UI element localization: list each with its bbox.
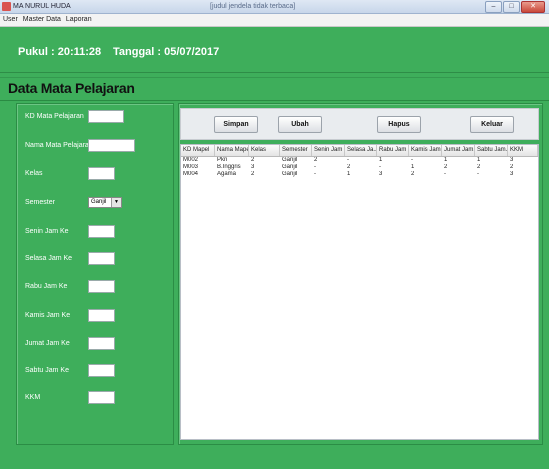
senin-jam-input[interactable] (88, 225, 115, 238)
cell-jumat: 2 (444, 164, 448, 170)
cell-semester: Ganjil (282, 164, 298, 170)
cell-jumat: 1 (444, 157, 448, 163)
column-header-selasa[interactable]: Selasa Ja... (345, 145, 377, 156)
table-row[interactable]: M002 Pkn 2 Ganjil 2 - 1 - 1 1 3 (181, 157, 538, 164)
cell-nama-mapel: B.Inggris (217, 164, 241, 170)
window-controls: – □ ✕ (484, 1, 545, 13)
label-senin-jam: Senin Jam Ke (25, 228, 69, 235)
cell-kd-mapel: M004 (183, 171, 199, 177)
cell-rabu: 1 (379, 157, 383, 163)
cell-sabtu: 1 (477, 157, 481, 163)
label-rabu-jam: Rabu Jam Ke (25, 283, 68, 290)
cell-kd-mapel: M002 (183, 157, 199, 163)
header-divider (0, 72, 549, 73)
column-header-jumat[interactable]: Jumat Jam... (442, 145, 475, 156)
cell-kd-mapel: M003 (183, 164, 199, 170)
kelas-input[interactable] (88, 167, 115, 180)
menu-master-data[interactable]: Master Data (20, 14, 63, 26)
exit-button[interactable]: Keluar (470, 116, 514, 133)
cell-kamis: 1 (411, 164, 415, 170)
column-header-kamis[interactable]: Kamis Jam... (409, 145, 442, 156)
edit-button[interactable]: Ubah (278, 116, 322, 133)
page-title: Data Mata Pelajaran (8, 80, 135, 96)
cell-kkm: 3 (510, 157, 514, 163)
window-center-title: [judul jendela tidak terbaca] (210, 3, 296, 10)
cell-selasa: - (347, 157, 349, 163)
cell-senin: 2 (314, 157, 318, 163)
cell-senin: - (314, 164, 316, 170)
close-button[interactable]: ✕ (521, 1, 545, 13)
cell-sabtu: - (477, 171, 479, 177)
column-header-rabu[interactable]: Rabu Jam ... (377, 145, 409, 156)
table-header: KD Mapel Nama Mapel Kelas Semester Senin… (181, 145, 538, 157)
semester-value: Ganjil (91, 199, 107, 205)
chevron-down-icon[interactable]: ▼ (111, 198, 121, 207)
table-row[interactable]: M003 B.Inggris 3 Ganjil - 2 - 1 2 2 2 (181, 164, 538, 171)
main-window: MA NURUL HUDA [judul jendela tidak terba… (0, 0, 549, 469)
cell-kamis: - (411, 157, 413, 163)
label-semester: Semester (25, 199, 55, 206)
column-header-senin[interactable]: Senin Jam ... (312, 145, 345, 156)
label-kd-mata-pelajaran: KD Mata Pelajaran (25, 113, 84, 120)
app-icon (2, 2, 11, 11)
column-header-kkm[interactable]: KKM (508, 145, 538, 156)
cell-kelas: 2 (251, 171, 255, 177)
menu-laporan[interactable]: Laporan (63, 14, 94, 26)
column-header-kelas[interactable]: Kelas (249, 145, 280, 156)
cell-semester: Ganjil (282, 171, 298, 177)
cell-rabu: 3 (379, 171, 383, 177)
label-selasa-jam: Selasa Jam Ke (25, 255, 73, 262)
table-row[interactable]: M004 Agama 2 Ganjil - 1 3 2 - - 3 (181, 171, 538, 178)
minimize-button[interactable]: – (485, 1, 502, 13)
column-header-sabtu[interactable]: Sabtu Jam... (475, 145, 508, 156)
delete-button[interactable]: Hapus (377, 116, 421, 133)
date-label: Tanggal : 05/07/2017 (113, 46, 220, 58)
label-kkm: KKM (25, 394, 41, 401)
rabu-jam-input[interactable] (88, 280, 115, 293)
window-title: MA NURUL HUDA (13, 3, 71, 10)
nama-mata-pelajaran-input[interactable] (88, 139, 135, 152)
clock-label: Pukul : 20:11:28 (18, 46, 102, 58)
column-header-kd-mapel[interactable]: KD Mapel (181, 145, 215, 156)
cell-kkm: 3 (510, 171, 514, 177)
cell-kamis: 2 (411, 171, 415, 177)
cell-kelas: 2 (251, 157, 255, 163)
cell-selasa: 2 (347, 164, 351, 170)
menu-user[interactable]: User (0, 14, 20, 26)
column-header-nama-mapel[interactable]: Nama Mapel (215, 145, 249, 156)
save-button[interactable]: Simpan (214, 116, 258, 133)
label-kelas: Kelas (25, 170, 43, 177)
label-nama-mata-pelajaran: Nama Mata Pelajaran (25, 142, 93, 149)
cell-senin: - (314, 171, 316, 177)
cell-sabtu: 2 (477, 164, 481, 170)
label-jumat-jam: Jumat Jam Ke (25, 340, 70, 347)
kamis-jam-input[interactable] (88, 309, 115, 322)
title-bar: MA NURUL HUDA [judul jendela tidak terba… (0, 0, 549, 14)
cell-semester: Ganjil (282, 157, 298, 163)
kkm-input[interactable] (88, 391, 115, 404)
jumat-jam-input[interactable] (88, 337, 115, 350)
menu-bar: User Master Data Laporan (0, 14, 549, 27)
page-title-bar: Data Mata Pelajaran (0, 77, 549, 101)
cell-jumat: - (444, 171, 446, 177)
label-kamis-jam: Kamis Jam Ke (25, 312, 71, 319)
sabtu-jam-input[interactable] (88, 364, 115, 377)
selasa-jam-input[interactable] (88, 252, 115, 265)
maximize-button[interactable]: □ (503, 1, 520, 13)
cell-kkm: 2 (510, 164, 514, 170)
kd-mata-pelajaran-input[interactable] (88, 110, 124, 123)
cell-rabu: - (379, 164, 381, 170)
mapel-table (180, 144, 539, 440)
semester-select[interactable]: Ganjil ▼ (88, 197, 122, 208)
cell-kelas: 3 (251, 164, 255, 170)
label-sabtu-jam: Sabtu Jam Ke (25, 367, 69, 374)
cell-nama-mapel: Agama (217, 171, 237, 177)
cell-selasa: 1 (347, 171, 351, 177)
column-header-semester[interactable]: Semester (280, 145, 312, 156)
cell-nama-mapel: Pkn (217, 157, 228, 163)
